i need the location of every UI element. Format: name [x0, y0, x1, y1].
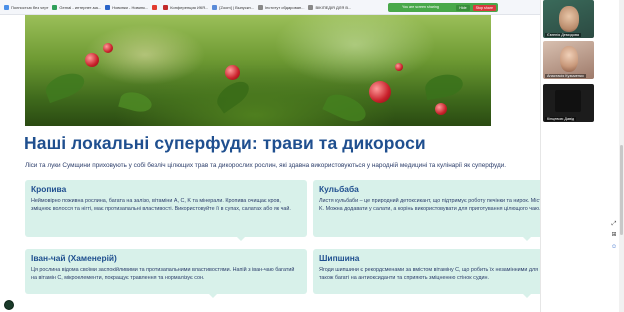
bookmark-item[interactable]: Інститут обдарован... — [258, 4, 304, 10]
participant-name: Анастасія Кузьменко — [545, 74, 586, 78]
bookmark-item[interactable]: Новинки - Новинк... — [105, 4, 148, 10]
hide-share-bar-button[interactable]: Hide — [456, 4, 470, 11]
berry-shape — [369, 81, 391, 103]
card-text: Ця рослина відома своїми заспокійливими … — [31, 267, 295, 282]
bookmark-favicon-icon — [105, 4, 111, 10]
leaf-shape — [322, 89, 370, 126]
bookmark-item[interactable]: ВІКІПЕДІЯ ДЛЯ В... — [308, 4, 351, 10]
screen-share-status: You are screen sharing — [402, 5, 439, 9]
card-tail — [209, 294, 217, 298]
screen-share-bar: You are screen sharing Hide Stop share — [388, 3, 498, 12]
berry-shape — [103, 43, 113, 53]
card-tail — [523, 294, 531, 298]
participant-tile[interactable]: Анастасія Кузьменко — [543, 41, 594, 79]
hero-image — [25, 15, 491, 126]
youtube-icon — [152, 4, 158, 10]
participant-name: Кінцевою Давід — [545, 117, 577, 121]
page-lead-text: Ліси та луки Сумщини приховують у собі б… — [25, 162, 507, 169]
leaf-shape — [118, 89, 154, 115]
card-tail — [237, 237, 245, 241]
participant-tile[interactable]: Євгенія Демидова — [543, 0, 594, 38]
berry-shape — [395, 63, 403, 71]
bookmark-favicon-icon — [308, 4, 314, 10]
berry-shape — [85, 53, 99, 67]
card-kropyva: Кропива Неймовірно поживна рослина, бага… — [25, 180, 307, 241]
berry-shape — [225, 65, 240, 80]
bookmark-favicon-icon — [163, 4, 169, 10]
page-title: Наші локальні суперфуди: трави та дикоро… — [24, 133, 426, 153]
chat-icon[interactable]: ☺ — [611, 244, 617, 250]
scrollbar-thumb[interactable] — [620, 145, 623, 235]
participant-name: Євгенія Демидова — [545, 33, 582, 37]
bookmark-favicon-icon — [258, 4, 264, 10]
layout-icon[interactable]: ⊞ — [611, 232, 617, 238]
leaf-shape — [42, 68, 88, 104]
participant-tile[interactable]: Кінцевою Давід — [543, 84, 594, 122]
avatar — [560, 46, 578, 72]
leaf-shape — [212, 76, 254, 114]
card-title: Іван-чай (Хаменерій) — [31, 253, 117, 263]
stop-share-button[interactable]: Stop share — [472, 4, 496, 11]
bookmark-item[interactable]: [Zoom] | Выпускн... — [212, 4, 254, 10]
bookmark-item[interactable]: Полностью без черт — [4, 4, 48, 10]
bookmark-item[interactable]: Конференция ИКЯ... — [163, 4, 208, 10]
avatar — [559, 6, 579, 32]
card-text: Неймовірно поживна рослина, багата на за… — [31, 198, 291, 213]
bookmark-item[interactable]: Gemal - интернет-ма... — [52, 4, 101, 10]
bookmark-item[interactable] — [152, 4, 159, 10]
card-tail — [523, 237, 531, 241]
bookmark-favicon-icon — [4, 4, 9, 10]
card-title: Кропива — [31, 184, 67, 194]
card-ivan-chai: Іван-чай (Хаменерій) Ця рослина відома с… — [25, 249, 307, 298]
expand-icon[interactable]: ⤢ — [611, 221, 617, 227]
floating-widget-icon[interactable] — [4, 300, 14, 310]
bookmark-favicon-icon — [52, 4, 58, 10]
berry-shape — [435, 103, 447, 115]
video-off-placeholder — [555, 90, 581, 112]
leaf-shape — [423, 71, 465, 101]
bookmark-favicon-icon — [212, 4, 218, 10]
